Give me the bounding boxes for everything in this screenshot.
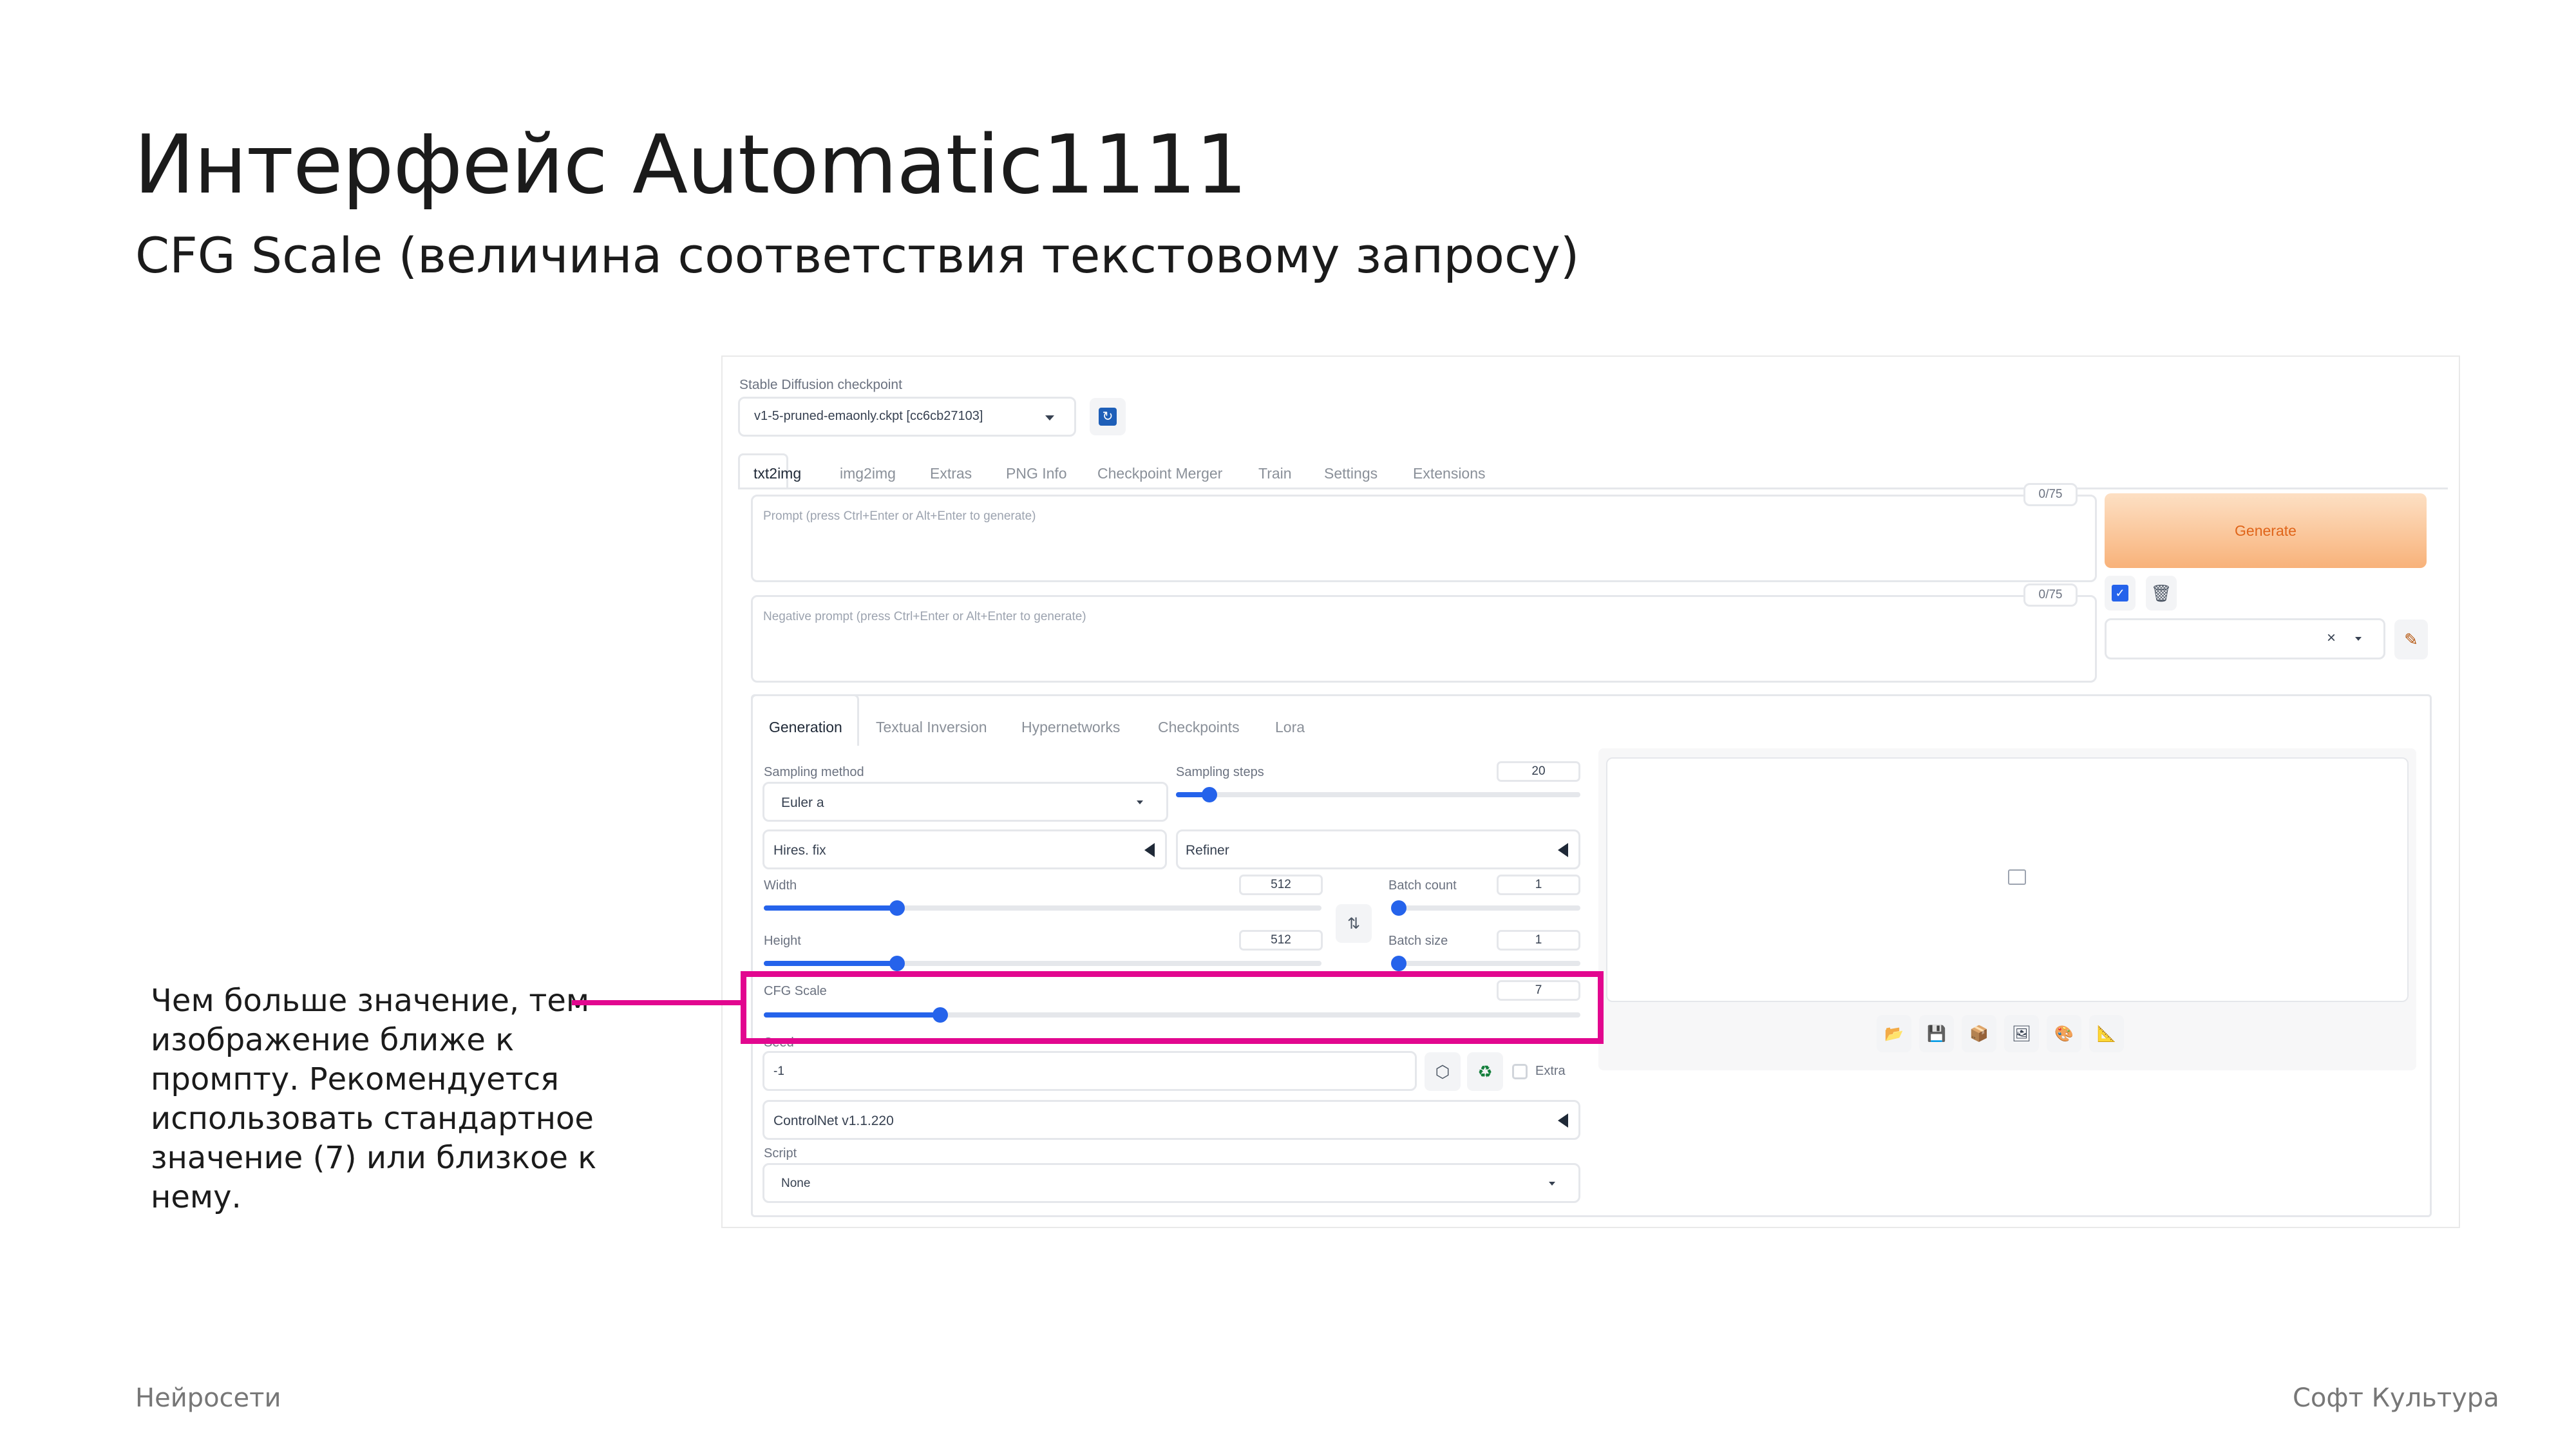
slider-fill <box>764 961 892 966</box>
height-label: Height <box>764 934 801 948</box>
negative-token-counter: 0/75 <box>2023 583 2078 607</box>
generate-button[interactable]: Generate <box>2105 493 2427 568</box>
tab-png-info[interactable]: PNG Info <box>1006 465 1067 482</box>
chevron-down-icon <box>1549 1182 1555 1186</box>
footer-right: Софт Культура <box>2293 1383 2499 1413</box>
sampling-steps-label: Sampling steps <box>1176 765 1264 779</box>
prompt-placeholder: Prompt (press Ctrl+Enter or Alt+Enter to… <box>763 509 1036 523</box>
hires-fix-label: Hires. fix <box>773 843 826 858</box>
controlnet-accordion[interactable]: ControlNet v1.1.220 <box>762 1100 1580 1140</box>
annotation-pointer-line <box>572 1000 743 1005</box>
styles-dropdown[interactable]: × <box>2105 618 2385 659</box>
height-input[interactable]: 512 <box>1239 930 1323 951</box>
slider-handle[interactable] <box>1391 900 1406 916</box>
prompt-textarea[interactable]: Prompt (press Ctrl+Enter or Alt+Enter to… <box>751 495 2097 582</box>
height-slider[interactable] <box>764 956 1321 971</box>
random-seed-dice-icon[interactable]: ⬡ <box>1425 1052 1461 1091</box>
slider-fill <box>764 905 892 911</box>
tab-divider <box>738 488 2448 489</box>
zip-icon[interactable]: 📦 <box>1962 1015 1996 1052</box>
script-value: None <box>781 1177 811 1190</box>
slider-handle[interactable] <box>889 900 905 916</box>
reuse-seed-recycle-icon[interactable]: ♻ <box>1467 1052 1503 1091</box>
batch-size-slider[interactable] <box>1391 956 1580 971</box>
refresh-checkpoint-button[interactable]: ↻ <box>1090 398 1126 435</box>
script-label: Script <box>764 1146 797 1160</box>
sampling-method-label: Sampling method <box>764 765 864 779</box>
checkpoint-value: v1-5-pruned-emaonly.ckpt [cc6cb27103] <box>754 409 983 423</box>
collapse-arrow-icon <box>1144 843 1155 857</box>
slider-handle[interactable] <box>1391 956 1406 971</box>
send-to-extras-icon[interactable]: 📐 <box>2089 1015 2124 1052</box>
extra-checkbox[interactable] <box>1512 1064 1528 1079</box>
tab-extensions[interactable]: Extensions <box>1413 465 1486 482</box>
tab-checkpoints[interactable]: Checkpoints <box>1158 719 1240 736</box>
refiner-accordion[interactable]: Refiner <box>1176 829 1580 869</box>
slider-fill <box>1176 792 1204 797</box>
seed-input[interactable]: -1 <box>762 1051 1417 1091</box>
edit-styles-icon[interactable]: ✎ <box>2394 620 2428 659</box>
clear-styles-icon[interactable]: × <box>2327 629 2336 647</box>
send-to-inpaint-icon[interactable]: 🎨 <box>2047 1015 2081 1052</box>
sampling-steps-slider[interactable] <box>1176 787 1580 802</box>
collapse-arrow-icon <box>1558 843 1568 857</box>
slide-subtitle: CFG Scale (величина соответствия текстов… <box>135 227 1580 284</box>
collapse-arrow-icon <box>1558 1113 1568 1128</box>
script-select[interactable]: None <box>762 1163 1580 1203</box>
checkpoint-select[interactable]: v1-5-pruned-emaonly.ckpt [cc6cb27103] <box>738 397 1076 437</box>
chevron-down-icon <box>1137 800 1143 804</box>
tab-textual-inversion[interactable]: Textual Inversion <box>876 719 987 736</box>
tab-train[interactable]: Train <box>1258 465 1292 482</box>
width-input[interactable]: 512 <box>1239 875 1323 895</box>
chevron-down-icon <box>2355 637 2362 641</box>
slider-handle[interactable] <box>889 956 905 971</box>
image-placeholder-icon <box>2008 869 2026 885</box>
negative-prompt-placeholder: Negative prompt (press Ctrl+Enter or Alt… <box>763 610 1086 623</box>
sampling-method-select[interactable]: Euler a <box>762 782 1168 822</box>
tab-settings[interactable]: Settings <box>1324 465 1378 482</box>
chevron-down-icon <box>1045 415 1054 421</box>
checkpoint-label: Stable Diffusion checkpoint <box>739 377 902 392</box>
tab-checkpoint-merger[interactable]: Checkpoint Merger <box>1097 465 1222 482</box>
annotation-note: Чем больше значение, тем изображение бли… <box>151 983 597 1215</box>
width-slider[interactable] <box>764 900 1321 916</box>
image-output-area <box>1606 757 2409 1002</box>
trash-icon[interactable]: 🗑 <box>2146 576 2177 611</box>
extra-label: Extra <box>1535 1064 1566 1078</box>
batch-count-label: Batch count <box>1388 878 1457 893</box>
slide-title: Интерфейс Automatic1111 <box>134 117 1247 212</box>
batch-count-input[interactable]: 1 <box>1497 875 1580 895</box>
tab-generation[interactable]: Generation <box>769 719 842 736</box>
width-label: Width <box>764 878 797 893</box>
refiner-label: Refiner <box>1186 843 1229 858</box>
sampling-method-value: Euler a <box>781 795 824 810</box>
batch-size-label: Batch size <box>1388 934 1448 948</box>
open-folder-icon[interactable]: 📂 <box>1877 1015 1911 1052</box>
batch-count-slider[interactable] <box>1391 900 1580 916</box>
send-to-img2img-icon[interactable]: 🖼 <box>2004 1015 2039 1052</box>
sampling-steps-input[interactable]: 20 <box>1497 761 1580 782</box>
cfg-highlight-frame <box>741 971 1604 1044</box>
save-icon[interactable]: 💾 <box>1919 1015 1954 1052</box>
tab-lora[interactable]: Lora <box>1275 719 1305 736</box>
apply-style-button[interactable]: ✓ <box>2105 576 2136 611</box>
refresh-icon: ↻ <box>1099 408 1117 426</box>
tab-img2img[interactable]: img2img <box>840 465 896 482</box>
swap-dimensions-icon[interactable]: ⇅ <box>1336 904 1372 943</box>
footer-left: Нейросети <box>135 1383 281 1413</box>
controlnet-label: ControlNet v1.1.220 <box>773 1113 894 1128</box>
slider-handle[interactable] <box>1202 787 1217 802</box>
tab-hypernetworks[interactable]: Hypernetworks <box>1021 719 1120 736</box>
batch-size-input[interactable]: 1 <box>1497 930 1580 951</box>
seed-value: -1 <box>773 1065 784 1078</box>
tab-txt2img[interactable]: txt2img <box>753 465 801 482</box>
webui-screenshot: Stable Diffusion checkpoint v1-5-pruned-… <box>721 355 2460 1228</box>
prompt-token-counter: 0/75 <box>2023 483 2078 506</box>
tab-extras[interactable]: Extras <box>930 465 972 482</box>
checkbox-icon: ✓ <box>2112 585 2128 601</box>
negative-prompt-textarea[interactable]: Negative prompt (press Ctrl+Enter or Alt… <box>751 595 2097 683</box>
hires-fix-accordion[interactable]: Hires. fix <box>762 829 1167 869</box>
